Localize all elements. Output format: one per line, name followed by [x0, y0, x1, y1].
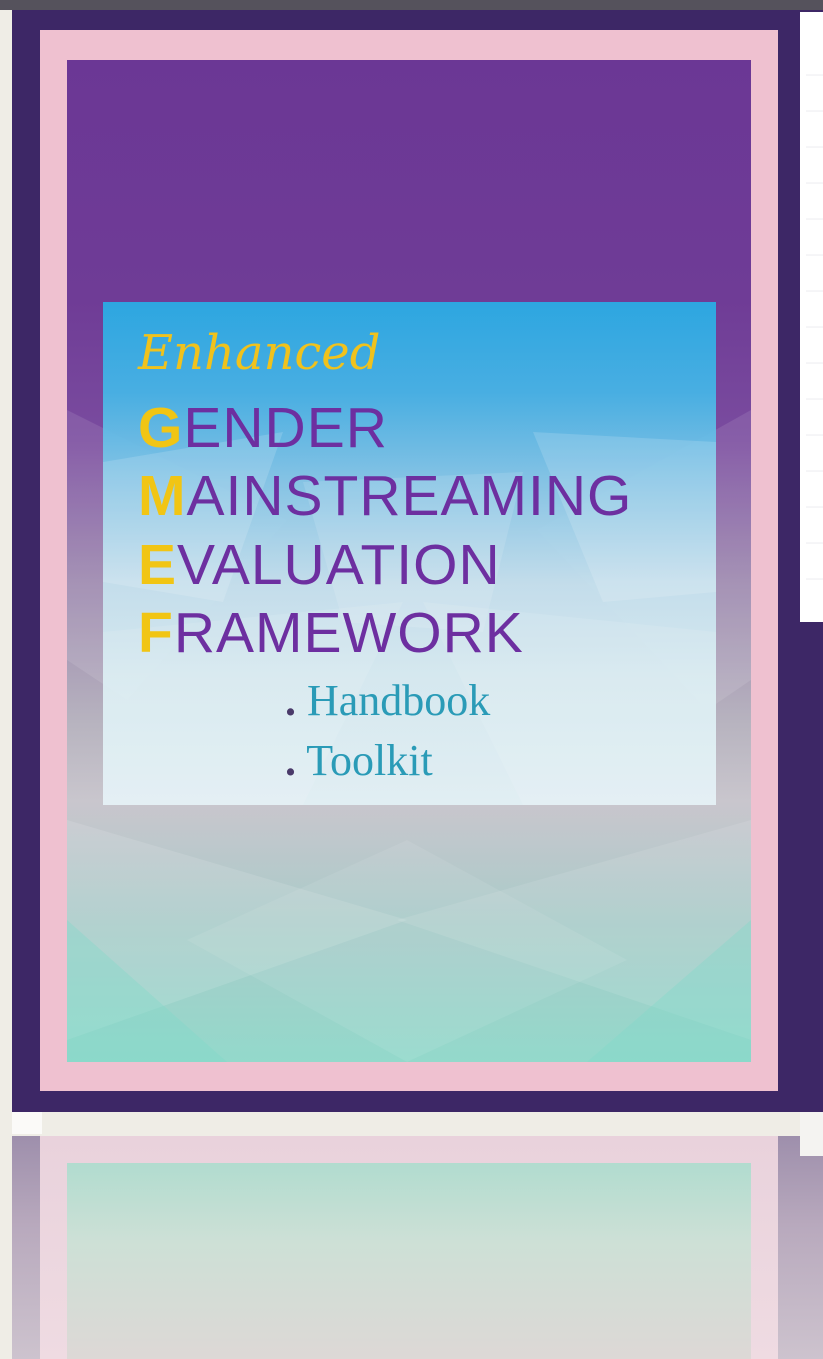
- section-toolkit: . Toolkit: [285, 735, 433, 786]
- reflection-left-edge: [12, 1112, 42, 1134]
- inner-page-lines: [806, 40, 823, 600]
- section-label: Toolkit: [306, 736, 433, 785]
- title-word-gender: GENDER: [138, 398, 388, 458]
- bullet-dot: .: [285, 736, 296, 785]
- title-initial: M: [138, 464, 187, 528]
- title-word-mainstreaming: MAINSTREAMING: [138, 466, 632, 526]
- title-word-rest: VALUATION: [177, 533, 501, 597]
- title-initial: E: [138, 533, 178, 597]
- top-strip: [0, 0, 823, 10]
- title-initial: F: [138, 601, 174, 665]
- title-word-rest: RAMEWORK: [173, 601, 524, 665]
- section-label: Handbook: [307, 676, 491, 725]
- title-prefix: Enhanced: [138, 325, 381, 381]
- reflection-page-edge: [800, 1112, 823, 1156]
- background-edge: [0, 10, 12, 1110]
- bullet-dot: .: [285, 676, 296, 725]
- title-word-rest: AINSTREAMING: [186, 464, 633, 528]
- reflection-cover: [67, 1163, 751, 1359]
- title-word-rest: ENDER: [183, 396, 388, 460]
- section-handbook: . Handbook: [285, 675, 490, 726]
- title-initial: G: [138, 396, 184, 460]
- title-word-framework: FRAMEWORK: [138, 603, 524, 663]
- title-word-evaluation: EVALUATION: [138, 535, 501, 595]
